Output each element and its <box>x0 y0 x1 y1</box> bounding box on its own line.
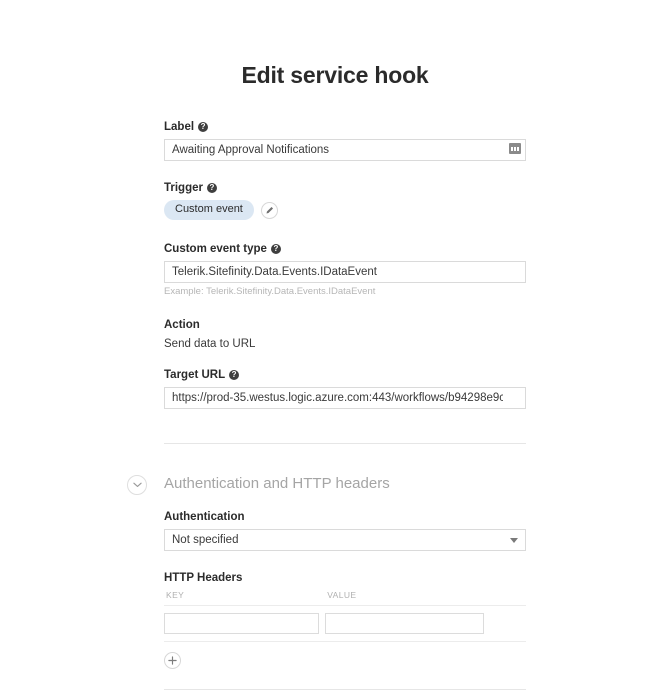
label-field-label-text: Label <box>164 121 195 133</box>
custom-event-type-field-group: Custom event type ? Example: Telerik.Sit… <box>164 242 526 298</box>
help-icon[interactable]: ? <box>229 370 240 380</box>
target-url-input[interactable] <box>164 387 526 409</box>
page-title: Edit service hook <box>241 62 429 88</box>
custom-event-type-label: Custom event type ? <box>164 242 526 256</box>
http-headers-group: HTTP Headers KEY VALUE <box>164 571 526 669</box>
trigger-field-label: Trigger ? <box>164 181 526 195</box>
custom-event-type-input[interactable] <box>164 261 526 283</box>
authentication-select-wrap: Not specified <box>164 529 526 551</box>
action-label: Action <box>164 318 526 332</box>
http-headers-thead: KEY VALUE <box>164 590 526 606</box>
pencil-icon[interactable] <box>260 201 278 219</box>
trigger-pill[interactable]: Custom event <box>164 200 254 220</box>
custom-event-type-hint: Example: Telerik.Sitefinity.Data.Events.… <box>164 286 376 297</box>
trigger-value-row: Custom event <box>164 200 526 220</box>
action-value: Send data to URL <box>164 338 256 350</box>
custom-event-type-label-text: Custom event type <box>164 243 267 255</box>
authentication-select[interactable]: Not specified <box>164 529 526 551</box>
auth-section-title: Authentication and HTTP headers <box>164 475 390 492</box>
chevron-down-icon[interactable] <box>127 475 147 495</box>
header-actions-cell <box>489 605 526 642</box>
translations-icon-bar <box>517 146 519 151</box>
column-header-actions <box>489 590 526 606</box>
bottom-divider <box>164 689 526 690</box>
authentication-label: Authentication <box>164 510 526 524</box>
custom-event-type-input-wrap <box>164 261 526 283</box>
http-headers-header-row: KEY VALUE <box>164 590 526 606</box>
target-url-field-group: Target URL ? <box>164 368 526 409</box>
label-field-label: Label ? <box>164 120 526 134</box>
help-icon[interactable]: ? <box>206 183 217 193</box>
header-value-cell <box>325 605 490 642</box>
authentication-label-text: Authentication <box>164 511 245 523</box>
action-label-text: Action <box>164 319 200 331</box>
translations-icon-bar <box>514 146 516 151</box>
http-headers-tbody <box>164 605 526 642</box>
edit-service-hook-page: Edit service hook Label ? Trigger ? <box>0 0 670 690</box>
action-field-group: Action Send data to URL <box>164 318 526 352</box>
trigger-field-group: Trigger ? Custom event <box>164 181 526 220</box>
column-header-key: KEY <box>164 590 326 606</box>
help-icon[interactable]: ? <box>270 244 281 254</box>
trigger-field-label-text: Trigger <box>164 182 203 194</box>
target-url-input-wrap <box>164 387 526 409</box>
target-url-label-text: Target URL <box>164 369 226 381</box>
service-hook-form: Label ? Trigger ? Custom event <box>127 120 526 698</box>
column-header-value: VALUE <box>325 590 490 606</box>
label-input-wrap <box>164 139 526 161</box>
label-input[interactable] <box>164 139 526 161</box>
http-headers-label-text: HTTP Headers <box>164 572 243 584</box>
section-divider <box>164 443 526 444</box>
translations-icon[interactable] <box>509 143 521 154</box>
translations-icon-bar <box>511 146 513 151</box>
label-field-group: Label ? <box>164 120 526 161</box>
table-row <box>164 605 526 642</box>
http-headers-label: HTTP Headers <box>164 571 526 585</box>
auth-section-header: Authentication and HTTP headers <box>127 474 526 495</box>
target-url-label: Target URL ? <box>164 368 526 382</box>
authentication-field-group: Authentication Not specified <box>164 510 526 551</box>
plus-icon[interactable] <box>164 652 181 669</box>
header-key-cell <box>164 605 326 642</box>
help-icon[interactable]: ? <box>198 122 209 132</box>
http-headers-table: KEY VALUE <box>164 590 526 642</box>
